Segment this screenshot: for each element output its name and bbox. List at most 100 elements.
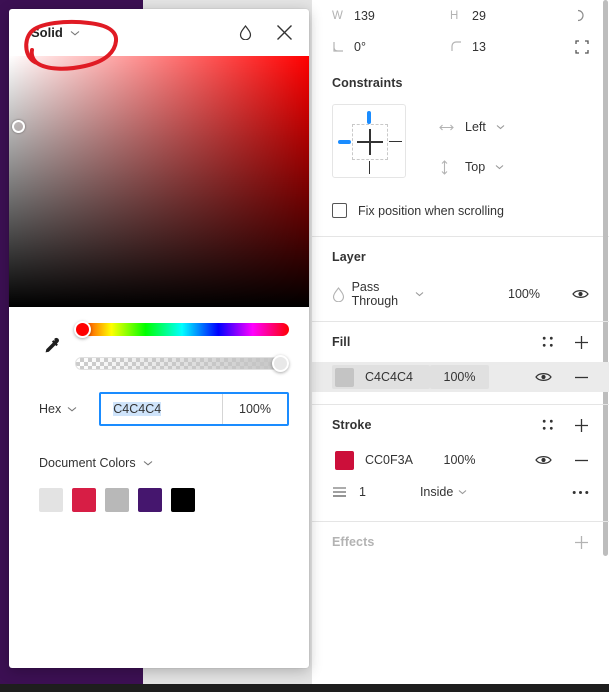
width-value: 139	[354, 8, 375, 23]
close-picker-button[interactable]	[276, 24, 293, 41]
layer-opacity-value[interactable]: 100%	[508, 287, 540, 301]
rotation-icon	[332, 40, 354, 53]
corner-radius-field[interactable]: 13	[450, 40, 568, 54]
fix-position-checkbox[interactable]	[332, 203, 347, 218]
chevron-down-icon	[415, 291, 424, 297]
document-colors-header[interactable]: Document Colors	[39, 456, 289, 470]
document-colors-section: Document Colors	[9, 426, 309, 512]
horizontal-constraint-dropdown[interactable]: Left	[439, 107, 505, 147]
fill-swatch[interactable]	[335, 367, 354, 387]
eyedropper-button[interactable]	[29, 336, 75, 358]
plus-icon	[575, 335, 588, 349]
saturation-value-area[interactable]	[9, 56, 309, 307]
layer-title: Layer	[332, 250, 366, 264]
width-field[interactable]: W 139	[332, 9, 450, 23]
fill-opacity-value[interactable]: 100%	[430, 365, 489, 389]
fill-color-field[interactable]: C4C4C4	[332, 365, 430, 389]
ellipsis-icon	[572, 490, 589, 494]
stroke-visibility-button[interactable]	[535, 454, 552, 466]
fill-visibility-button[interactable]	[535, 371, 552, 383]
hex-row: Hex C4C4C4 100%	[9, 374, 309, 426]
height-icon: H	[450, 9, 459, 22]
plus-icon	[575, 418, 588, 432]
width-icon: W	[332, 9, 343, 22]
hex-input-group: C4C4C4 100%	[99, 392, 289, 426]
fill-row[interactable]: C4C4C4 100%	[312, 362, 609, 392]
fix-position-label: Fix position when scrolling	[358, 203, 504, 218]
document-color-swatch[interactable]	[105, 488, 129, 512]
document-color-swatches	[39, 488, 289, 512]
layer-section: Layer Pass Through 100%	[312, 237, 609, 322]
paint-type-dropdown[interactable]	[70, 30, 80, 36]
stroke-weight-value[interactable]: 1	[359, 485, 366, 499]
stroke-alignment-value[interactable]: Inside	[420, 485, 453, 499]
picker-blend-mode-button[interactable]	[239, 25, 252, 40]
stroke-opacity-value[interactable]: 100%	[430, 448, 489, 472]
proportion-lock-icon	[577, 9, 584, 22]
vertical-constraint-dropdown[interactable]: Top	[439, 147, 505, 187]
alpha-slider-handle[interactable]	[272, 355, 289, 372]
stroke-styles-button[interactable]	[542, 419, 554, 431]
remove-fill-button[interactable]	[574, 376, 589, 379]
document-color-swatch[interactable]	[72, 488, 96, 512]
stroke-swatch[interactable]	[335, 450, 354, 470]
add-stroke-button[interactable]	[574, 418, 589, 433]
color-model-dropdown[interactable]	[67, 406, 77, 412]
hex-opacity-input[interactable]: 100%	[223, 402, 287, 416]
remove-stroke-button[interactable]	[574, 459, 589, 462]
chevron-down-icon	[143, 461, 152, 466]
style-grid-icon	[542, 336, 553, 347]
constraint-handle-right[interactable]	[389, 140, 402, 142]
sv-picker-handle[interactable]	[11, 119, 25, 133]
independent-corners-button[interactable]	[575, 39, 589, 54]
screen-root: W 139 H 29 0° 13 Constraints Left Top Fi…	[0, 0, 609, 692]
layer-visibility-button[interactable]	[572, 288, 589, 300]
document-colors-title: Document Colors	[39, 456, 136, 470]
blend-mode-value[interactable]: Pass Through	[352, 280, 410, 308]
fill-styles-button[interactable]	[542, 336, 554, 348]
constraints-widget[interactable]	[332, 104, 406, 178]
document-color-swatch[interactable]	[171, 488, 195, 512]
constraints-section: Constraints Left Top Fix position when s…	[312, 62, 609, 237]
stroke-weight-button[interactable]	[332, 486, 347, 498]
add-effect-button[interactable]	[574, 535, 589, 550]
color-picker-popup: Solid Hex C4C4C4 100% Document Colors	[9, 9, 309, 668]
fix-position-row[interactable]: Fix position when scrolling	[332, 203, 589, 218]
horizontal-constraint-value: Left	[465, 120, 486, 134]
close-icon	[277, 25, 292, 40]
fill-section: Fill C4C4C4 100%	[312, 322, 609, 405]
stroke-color-field[interactable]: CC0F3A	[332, 448, 430, 472]
constraint-handle-bottom[interactable]	[368, 161, 370, 174]
fill-title: Fill	[332, 335, 351, 349]
stroke-section: Stroke CC0F3A 100% 1 Inside	[312, 405, 609, 522]
chevron-down-icon	[70, 30, 80, 36]
dimensions-row-transform: 0° 13	[332, 31, 589, 62]
constraint-handle-top[interactable]	[367, 111, 371, 124]
document-color-swatch[interactable]	[39, 488, 63, 512]
plus-icon	[575, 535, 588, 549]
effects-section: Effects	[312, 522, 609, 562]
hue-slider-handle[interactable]	[74, 321, 91, 338]
hue-slider[interactable]	[74, 321, 289, 338]
proportion-lock-button[interactable]	[574, 8, 589, 23]
rotation-field[interactable]: 0°	[332, 40, 450, 54]
color-picker-header: Solid	[9, 9, 309, 56]
stroke-hex-value: CC0F3A	[365, 453, 413, 467]
alpha-slider[interactable]	[75, 355, 289, 372]
corner-radius-value: 13	[472, 39, 486, 54]
add-fill-button[interactable]	[574, 335, 589, 350]
document-colors-toggle[interactable]	[143, 460, 153, 466]
constraint-handle-left[interactable]	[338, 140, 351, 144]
alpha-gradient	[76, 358, 288, 369]
hex-input[interactable]: C4C4C4	[101, 402, 222, 416]
corner-radius-icon	[450, 40, 472, 53]
document-color-swatch[interactable]	[138, 488, 162, 512]
constraints-title: Constraints	[332, 76, 403, 90]
minus-icon	[575, 459, 588, 461]
height-field[interactable]: H 29	[450, 9, 568, 23]
fill-hex-value: C4C4C4	[365, 370, 413, 384]
stroke-row[interactable]: CC0F3A 100%	[332, 445, 589, 475]
stroke-header: Stroke	[332, 405, 589, 445]
stroke-more-options-button[interactable]	[572, 490, 589, 495]
sliders-stack	[74, 321, 289, 372]
